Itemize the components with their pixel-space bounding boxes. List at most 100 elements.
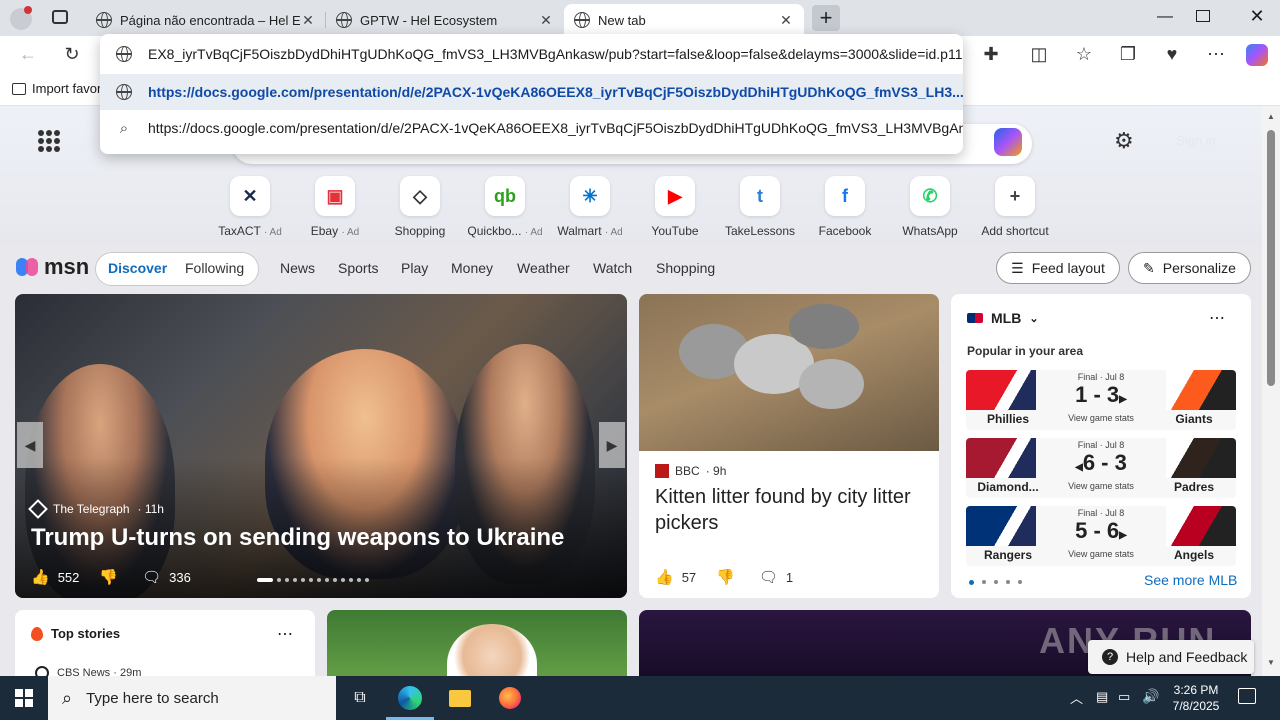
minimize-button[interactable]: — [1150, 8, 1180, 26]
back-icon[interactable]: ← [14, 42, 42, 66]
tab-new-tab[interactable]: New tab ✕ [564, 4, 804, 36]
profile-icon[interactable] [10, 6, 32, 30]
more-options-icon[interactable]: ⋯ [277, 624, 293, 644]
tab-actions-icon[interactable] [52, 10, 68, 24]
shortcut-quickbo[interactable]: qb Quickbo... · Ad [465, 176, 545, 238]
network-status-icon[interactable]: ▤ [1096, 689, 1108, 705]
mlb-scores-card: MLB ⌄ ⋯ Popular in your area Phillies Gia… [951, 294, 1251, 598]
chevron-down-icon[interactable]: ⌄ [1029, 312, 1038, 325]
personalize-button[interactable]: ✎ Personalize [1128, 252, 1251, 284]
game-row[interactable]: Phillies Giants Final · Jul 81 - 3▶ View ga… [966, 370, 1236, 430]
shortcut-add-shortcut[interactable]: + Add shortcut [975, 176, 1055, 238]
scroll-thumb[interactable] [1267, 130, 1275, 386]
carousel-prev-button[interactable]: ◀ [17, 422, 43, 468]
game-row[interactable]: Diamond... Padres Final · Jul 8 ◀6 - 3 View … [966, 438, 1236, 498]
close-window-button[interactable]: ✕ [1242, 6, 1272, 27]
shortcut-ebay[interactable]: ▣ Ebay · Ad [295, 176, 375, 238]
tab-pagina-nao-encontrada[interactable]: Página não encontrada – Hel Eco: ✕ [86, 4, 326, 36]
close-tab-icon[interactable]: ✕ [778, 12, 794, 29]
shortcut-taxact[interactable]: ✕ TaxACT · Ad [210, 176, 290, 238]
nav-shopping[interactable]: Shopping [656, 260, 715, 276]
nav-news[interactable]: News [280, 260, 315, 276]
extensions-icon[interactable]: ✚ [977, 42, 1005, 66]
import-favorites-button[interactable]: Import favor [12, 81, 101, 96]
import-icon [12, 82, 26, 95]
dislike-icon[interactable]: 👎 [716, 568, 735, 586]
sign-in-link[interactable]: Sign in [1176, 133, 1216, 148]
shortcut-facebook[interactable]: f Facebook [805, 176, 885, 238]
kitten-story-card[interactable]: BBC · 9h Kitten litter found by city lit… [639, 294, 939, 598]
browser-essentials-icon[interactable]: ♥ [1158, 42, 1186, 66]
refresh-icon[interactable]: ↻ [58, 42, 86, 66]
shortcut-shopping[interactable]: ◇ Shopping [380, 176, 460, 238]
notifications-icon[interactable] [1238, 688, 1256, 704]
dislike-icon[interactable]: 👎 [99, 568, 118, 586]
see-more-mlb-link[interactable]: See more MLB [1144, 572, 1237, 588]
new-tab-button[interactable]: + [812, 5, 840, 31]
address-input[interactable]: EX8_iyrTvBqCjF5OiszbDydDhiHTgUDhKoQG_fmV… [148, 46, 963, 62]
close-tab-icon[interactable]: ✕ [300, 12, 316, 29]
shortcut-takelessons[interactable]: t TakeLessons [720, 176, 800, 238]
copilot-search-icon[interactable] [994, 128, 1022, 156]
page-scrollbar[interactable]: ▲ ▼ [1262, 106, 1280, 676]
more-options-icon[interactable]: ⋯ [1209, 308, 1225, 328]
scroll-down-arrow[interactable]: ▼ [1267, 658, 1275, 667]
volume-icon[interactable]: 🔊 [1142, 688, 1159, 705]
shortcut-youtube[interactable]: ▶ YouTube [635, 176, 715, 238]
search-suggestion-text: https://docs.google.com/presentation/d/e… [148, 120, 963, 136]
favorites-icon[interactable]: ☆ [1070, 42, 1098, 66]
away-team-logo-icon [1166, 506, 1236, 546]
tab-gptw[interactable]: GPTW - Hel Ecosystem ✕ [326, 4, 564, 36]
game-row[interactable]: Rangers Angels Final · Jul 85 - 6▶ View gam… [966, 506, 1236, 566]
kitten-headline[interactable]: Kitten litter found by city litter picke… [655, 484, 925, 536]
hero-story-card[interactable]: ◀ ▶ The Telegraph · 11h Trump U-turns on… [15, 294, 627, 598]
scroll-up-arrow[interactable]: ▲ [1267, 112, 1275, 121]
source-name: BBC [675, 464, 700, 478]
address-input-row[interactable]: EX8_iyrTvBqCjF5OiszbDydDhiHTgUDhKoQG_fmV… [100, 36, 963, 72]
split-screen-icon[interactable]: ◫ [1025, 42, 1053, 66]
story-card-elder[interactable] [327, 610, 627, 676]
restore-button[interactable] [1196, 10, 1210, 22]
nav-watch[interactable]: Watch [593, 260, 632, 276]
mlb-header[interactable]: MLB ⌄ [967, 310, 1039, 326]
edge-taskbar-button[interactable] [386, 676, 434, 720]
like-icon[interactable]: 👍 [655, 568, 674, 586]
nav-sports[interactable]: Sports [338, 260, 378, 276]
search-suggestion[interactable]: ⌕ https://docs.google.com/presentation/d… [100, 110, 963, 146]
comment-icon[interactable]: 🗨 [759, 568, 778, 586]
view-game-stats-link[interactable]: View game stats [1056, 413, 1146, 423]
view-game-stats-link[interactable]: View game stats [1056, 481, 1146, 491]
tab-following[interactable]: Following [185, 260, 244, 276]
clock[interactable]: 3:26 PM 7/8/2025 [1166, 682, 1226, 714]
settings-gear-icon[interactable]: ⚙ [1114, 128, 1134, 154]
more-menu-icon[interactable]: ⋯ [1202, 42, 1230, 66]
nav-money[interactable]: Money [451, 260, 493, 276]
collections-icon[interactable]: ❐ [1114, 42, 1142, 66]
sliders-icon: ☰ [1011, 259, 1024, 276]
url-suggestion[interactable]: https://docs.google.com/presentation/d/e… [100, 74, 963, 110]
nav-weather[interactable]: Weather [517, 260, 570, 276]
firefox-taskbar-button[interactable] [486, 676, 534, 720]
apps-launcher-icon[interactable] [38, 130, 60, 152]
taskbar-search[interactable]: ⌕ Type here to search [48, 676, 336, 720]
task-view-button[interactable]: ⧉ [336, 676, 384, 720]
help-feedback-button[interactable]: ? Help and Feedback [1088, 640, 1254, 674]
wifi-icon[interactable]: ▭ [1118, 689, 1130, 705]
view-game-stats-link[interactable]: View game stats [1056, 549, 1146, 559]
close-tab-icon[interactable]: ✕ [538, 12, 554, 29]
like-icon[interactable]: 👍 [31, 568, 50, 586]
shortcut-walmart[interactable]: ✳ Walmart · Ad [550, 176, 630, 238]
file-explorer-button[interactable] [436, 676, 484, 720]
carousel-next-button[interactable]: ▶ [599, 422, 625, 468]
tab-discover[interactable]: Discover [108, 260, 167, 276]
start-button[interactable] [0, 676, 48, 720]
shortcut-whatsapp[interactable]: ✆ WhatsApp [890, 176, 970, 238]
nav-play[interactable]: Play [401, 260, 428, 276]
comment-icon[interactable]: 🗨 [142, 568, 161, 586]
copilot-icon[interactable] [1246, 44, 1268, 66]
game-summary: Final · Jul 8 ◀6 - 3 View game stats [1056, 440, 1146, 491]
show-hidden-icons[interactable]: ︿ [1070, 688, 1083, 707]
hero-headline[interactable]: Trump U-turns on sending weapons to Ukra… [31, 524, 564, 552]
feed-layout-button[interactable]: ☰ Feed layout [996, 252, 1120, 284]
msn-logo[interactable]: msn [16, 254, 89, 280]
